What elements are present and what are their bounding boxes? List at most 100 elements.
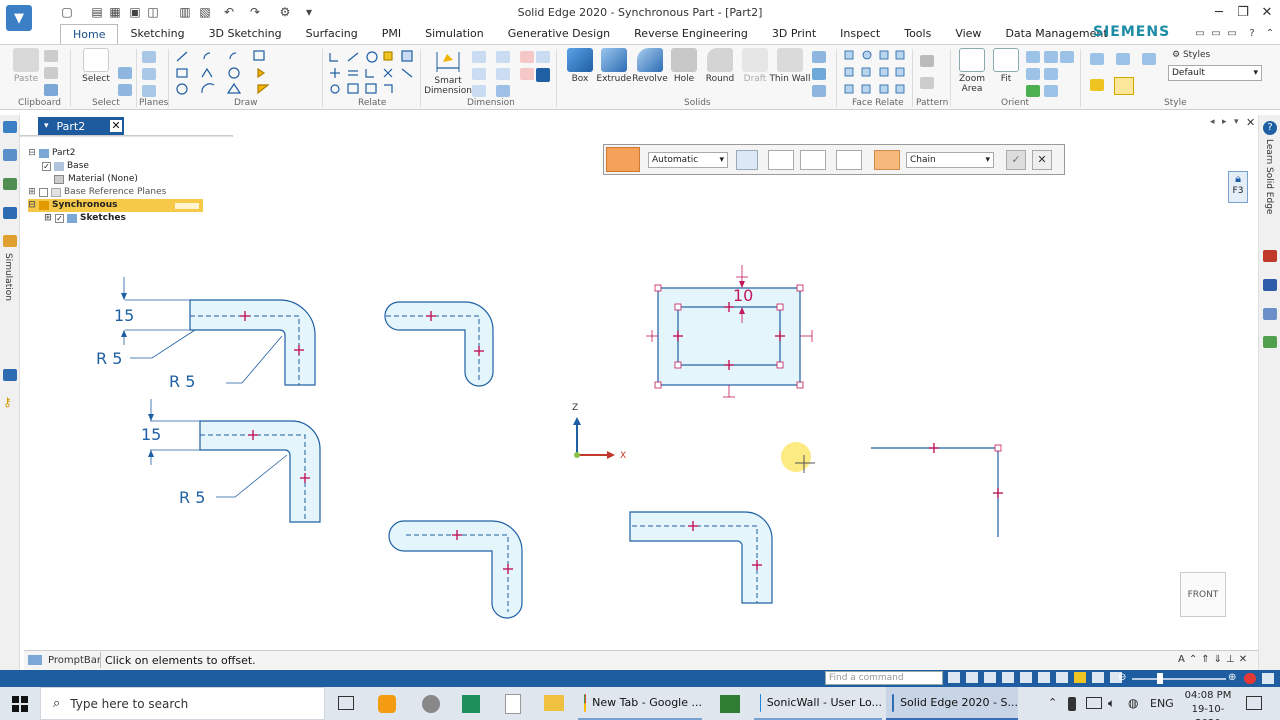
face-relate-icons[interactable] [842,49,910,95]
select-button[interactable]: Select [74,48,118,84]
smart-dimension-button[interactable]: Smart Dimension [424,48,472,96]
pan-icon[interactable] [1026,68,1040,80]
display-icon[interactable] [1092,672,1104,683]
dimension-tool-icon-4[interactable] [496,51,510,63]
line-style-button[interactable] [768,150,794,170]
shade-icon[interactable] [1074,672,1086,683]
ribbon-option-icon-2[interactable]: ▭ [1208,26,1224,40]
text-a-icon[interactable] [536,68,550,82]
volume-icon[interactable]: 🔈︎ [1108,696,1115,711]
document-panel-icon[interactable] [1263,336,1277,348]
offset-mode-dropdown[interactable]: Automatic ▾ [648,152,728,168]
sketch-profile-3[interactable] [148,399,321,523]
learn-solid-edge-tab[interactable]: Learn Solid Edge [1264,139,1274,214]
relate-tools-icons[interactable] [326,49,416,95]
view-cube-face-front[interactable]: FRONT [1188,590,1219,600]
zoom-slider-track[interactable] [1132,678,1226,680]
paste-button[interactable]: Paste [4,48,48,84]
sketch-rectangle[interactable] [646,265,813,398]
plane-icon-3[interactable] [142,85,156,97]
offset-step-icon[interactable] [606,147,640,172]
side-step-button[interactable] [836,150,862,170]
sketch-profile-4[interactable] [388,520,523,619]
minimize-icon[interactable]: ─ [1206,2,1232,22]
dimension-tool-icon-8[interactable] [520,68,534,80]
dimension-r5-right[interactable]: R 5 [169,372,195,391]
taskbar-solidedge[interactable]: Solid Edge 2020 - S... [886,687,1018,720]
dimension-tool-icon-9[interactable] [536,51,550,63]
zoom-icon[interactable] [1026,51,1040,63]
orient-tool-icon-2[interactable] [1044,68,1058,80]
tab-dropdown-icon[interactable]: ▾ [44,121,49,131]
close-panel-icon[interactable]: ✕ [1239,654,1247,665]
thin-wall-button[interactable]: Thin Wall [768,48,812,84]
tab-part2[interactable]: ▾ Part2 ✕ [38,117,124,135]
tab-pmi[interactable]: PMI [370,24,413,44]
sensors-icon[interactable] [3,207,17,219]
sketch-profile-1[interactable] [121,277,316,386]
kite-app-icon[interactable] [462,695,480,713]
youtube-icon[interactable] [1263,250,1277,262]
tab-generative-design[interactable]: Generative Design [496,24,622,44]
taskbar-search-box[interactable]: ⌕ Type here to search [40,687,325,720]
tab-3d-sketching[interactable]: 3D Sketching [197,24,294,44]
tab-sketching[interactable]: Sketching [118,24,196,44]
dimension-tool-icon[interactable] [472,51,486,63]
taskbar-sonicwall[interactable]: SonicWall - User Lo... [754,687,882,720]
tab-3d-print[interactable]: 3D Print [760,24,828,44]
dimension-r5-left[interactable]: R 5 [96,349,122,368]
dimension-10[interactable]: 10 [733,286,753,305]
orient-tool-icon-3[interactable] [1044,85,1058,97]
pattern-icon[interactable] [920,55,934,67]
select-type-dropdown[interactable]: Chain ▾ [906,152,994,168]
close-document-icon[interactable]: ✕ [1246,116,1255,129]
ribbon-option-icon-3[interactable]: ▭ [1224,26,1240,40]
sketch-lines[interactable] [871,442,1004,537]
sketch-geometry[interactable]: 15 R 5 R 5 15 R 5 10 Z X [20,137,1258,650]
select-elements-button[interactable] [736,150,758,170]
restore-icon[interactable]: ❐ [1230,2,1256,22]
help-icon[interactable]: ? [1244,26,1260,40]
key-icon[interactable]: ⚷ [3,395,12,409]
look-at-icon[interactable] [1038,672,1050,683]
tab-surfacing[interactable]: Surfacing [294,24,370,44]
clock[interactable]: 04:08 PM 19-10-2020 [1184,689,1232,720]
graphics-window[interactable]: ⊟ Part2 ✓ Base Material (None) ⊞ Base Re… [20,137,1258,650]
tab-home[interactable]: Home [60,24,119,44]
close-icon[interactable]: ✕ [1254,2,1280,22]
tab-tools[interactable]: Tools [892,24,943,44]
record-icon[interactable] [1244,673,1256,684]
simulation-icon[interactable] [3,235,17,247]
file-explorer-icon[interactable] [544,695,564,711]
style-dropdown[interactable]: Default ▾ [1168,65,1262,81]
draw-tools-icons[interactable] [174,49,302,95]
scroll-down-icon[interactable]: ⇓ [1214,654,1222,665]
select-tool-icon-2[interactable] [118,84,132,96]
pathfinder-icon[interactable] [3,121,17,133]
sketch-profile-2[interactable] [384,301,494,387]
tab-list-icon[interactable]: ▾ [1234,117,1239,127]
rotate-view-icon[interactable] [1020,672,1032,683]
zoom-in-icon[interactable] [984,672,996,683]
prompt-bar-icon[interactable] [28,655,42,665]
select-tool-icon[interactable] [118,67,132,79]
collapse-all-icon[interactable]: ⌃ [1189,654,1197,665]
dimension-tool-icon-5[interactable] [496,68,510,80]
share-icon[interactable] [948,672,960,683]
pattern-icon-2[interactable] [920,77,934,89]
task-view-icon[interactable] [338,696,354,710]
view-cube[interactable]: FRONT [1180,572,1226,617]
scroll-up-icon[interactable]: ⇑ [1201,654,1209,665]
zoom-slider-thumb[interactable] [1157,673,1163,684]
dimension-15-middle[interactable]: 15 [141,425,161,444]
tab-close-icon[interactable]: ✕ [110,120,122,132]
orient-tool-icon[interactable] [1044,51,1058,63]
sketch-profile-5[interactable] [629,511,773,604]
tab-view[interactable]: View [943,24,993,44]
dimension-r5-middle[interactable]: R 5 [179,488,205,507]
family-icon[interactable] [3,369,17,381]
notifications-icon[interactable] [1246,696,1262,710]
zoom-out-icon[interactable]: ⊖ [1118,672,1126,683]
tray-overflow-icon[interactable]: ⌃ [1048,696,1057,709]
solid-tool-icon[interactable] [812,51,826,63]
